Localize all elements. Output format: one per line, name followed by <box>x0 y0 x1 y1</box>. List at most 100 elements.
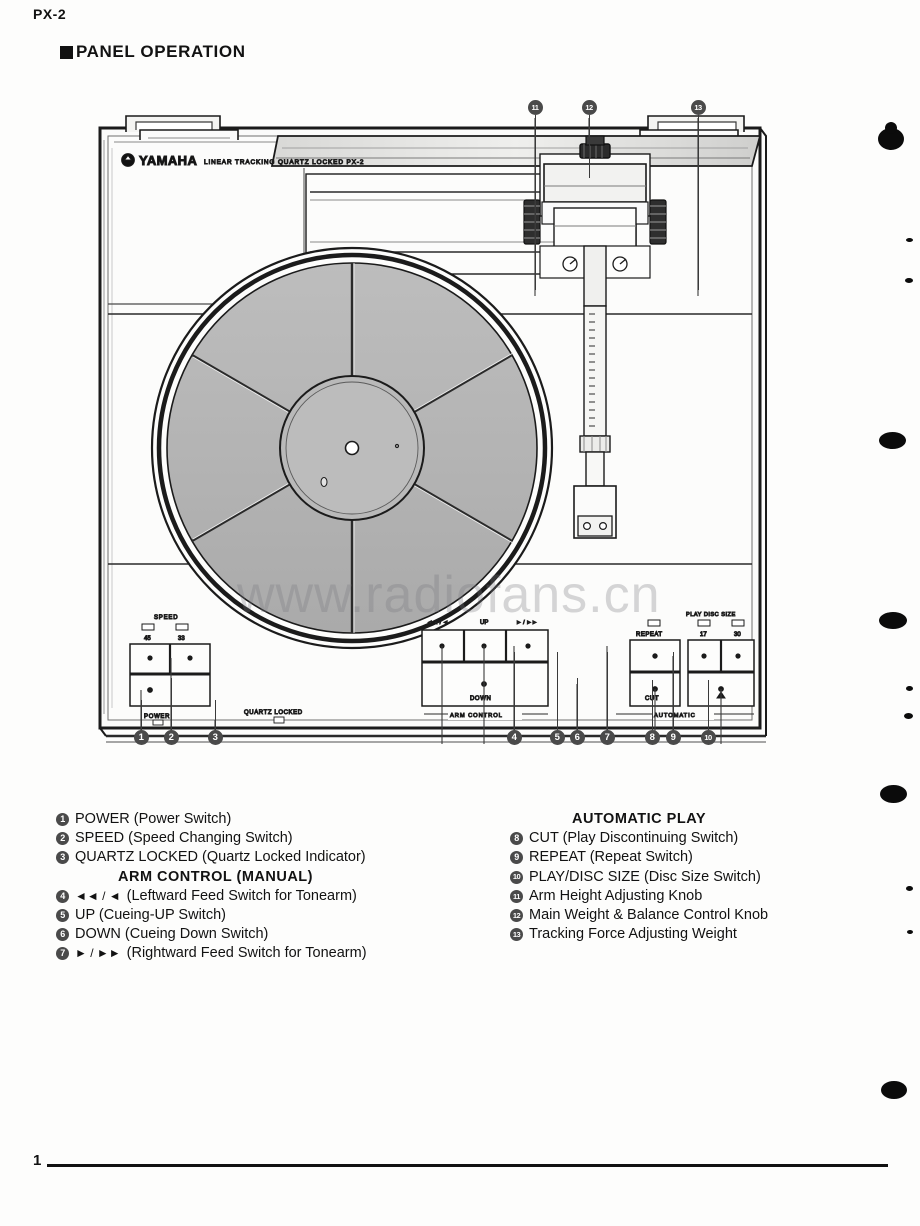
callout-number: 11 <box>510 889 523 903</box>
platter <box>150 246 554 650</box>
legend-item: 4 ◄◄ / ◄ (Leftward Feed Switch for Tonea… <box>56 887 476 906</box>
callout-leader-10 <box>707 680 709 730</box>
callout-leader-3 <box>214 700 216 730</box>
callout-badge-11: 11 <box>527 99 543 115</box>
callout-badge-4: 4 <box>506 729 522 745</box>
legend-item: 5 UP (Cueing-UP Switch) <box>56 906 476 925</box>
callout-leader-13 <box>697 114 699 290</box>
legend-item: 7 ► / ►► (Rightward Feed Switch for Tone… <box>56 944 476 963</box>
callout-leader-12 <box>588 114 590 178</box>
legend-item: 11 Arm Height Adjusting Knob <box>510 887 910 906</box>
rightward-feed-icon: ► / ►► <box>75 946 121 961</box>
footer-rule <box>47 1164 888 1167</box>
legend-subheading-arm-control: ARM CONTROL (MANUAL) <box>118 868 313 885</box>
scan-blot <box>880 785 907 803</box>
legend-item-label: Main Weight & Balance Control Knob <box>529 906 769 923</box>
arm-forward-button-dot <box>525 643 531 649</box>
callout-badge-5: 5 <box>549 729 565 745</box>
callout-badge-9: 9 <box>665 729 681 745</box>
leftward-feed-icon: ◄◄ / ◄ <box>75 888 121 903</box>
legend-item: 13 Tracking Force Adjusting Weight <box>510 925 910 944</box>
legend-item-label: SPEED (Speed Changing Switch) <box>75 830 293 847</box>
scan-blot <box>905 278 913 283</box>
legend-item-label: DOWN (Cueing Down Switch) <box>75 926 269 943</box>
headshell <box>573 485 617 539</box>
legend-item-label: PLAY/DISC SIZE (Disc Size Switch) <box>529 868 761 885</box>
legend-item-label: Arm Height Adjusting Knob <box>529 887 703 904</box>
callout-number: 13 <box>510 928 523 942</box>
callout-number: 7 <box>56 947 69 961</box>
scan-blot <box>906 686 913 691</box>
callout-badge-2: 2 <box>163 729 179 745</box>
speed-45-text: 45 <box>144 636 151 642</box>
speed-33-button-dot <box>187 655 193 661</box>
repeat-button-dot <box>652 653 658 659</box>
callout-number: 10 <box>510 870 523 884</box>
model-code: PX-2 <box>33 6 67 22</box>
legend-item: 2 SPEED (Speed Changing Switch) <box>56 829 476 848</box>
scan-blot <box>907 930 913 934</box>
callout-badge-10: 10 <box>700 729 716 745</box>
legend-item: 10 PLAY/DISC SIZE (Disc Size Switch) <box>510 868 910 887</box>
scan-blot <box>881 1081 907 1099</box>
arm-control-group: ◄◄ / ◄ UP ► / ►► DOWN ARM CONTROL <box>421 620 549 720</box>
turntable-illustration: YAMAHA LINEAR TRACKING QUARTZ LOCKED PX-… <box>92 96 782 756</box>
automatic-bracket-text: AUTOMATIC <box>654 713 696 719</box>
callout-badge-7: 7 <box>599 729 615 745</box>
filled-square-icon <box>60 45 73 59</box>
section-heading: PANEL OPERATION <box>60 42 246 62</box>
manual-page: PX-2 PANEL OPERATION YAMAHA LINEAR TRACK… <box>0 0 920 1226</box>
callout-leader-1 <box>140 700 142 730</box>
legend-item-label: (Rightward Feed Switch for Tonearm) <box>126 945 367 962</box>
speed-45-button-dot <box>147 655 153 661</box>
legend-item: 9 REPEAT (Repeat Switch) <box>510 848 910 867</box>
scan-blot <box>906 238 913 242</box>
legend-item-label: REPEAT (Repeat Switch) <box>529 849 693 866</box>
callout-number: 5 <box>56 908 69 922</box>
brand-logo-text: YAMAHA <box>139 153 197 168</box>
legend-item-label: QUARTZ LOCKED (Quartz Locked Indicator) <box>75 849 366 866</box>
callout-number: 6 <box>56 928 69 942</box>
legend: 1 POWER (Power Switch) 2 SPEED (Speed Ch… <box>48 810 878 961</box>
spindle-hole <box>344 440 360 456</box>
callout-number: 2 <box>56 832 69 846</box>
legend-item-label: POWER (Power Switch) <box>75 811 232 827</box>
callout-leader-6 <box>576 678 578 730</box>
disc-size-17-text: 17 <box>700 632 707 638</box>
callout-badge-6: 6 <box>569 729 585 745</box>
callout-number: 8 <box>510 832 523 846</box>
arm-down-label-text: DOWN <box>470 696 491 702</box>
scan-blot <box>879 432 906 449</box>
callout-number: 12 <box>510 908 523 922</box>
section-title-text: PANEL OPERATION <box>76 42 246 61</box>
page-footer: 1 <box>33 1152 888 1174</box>
callout-number: 4 <box>56 889 69 903</box>
quartz-locked-label-text: QUARTZ LOCKED <box>244 710 303 716</box>
legend-item-label: CUT (Play Discontinuing Switch) <box>529 830 739 847</box>
disc-size-17-button-dot <box>701 653 707 659</box>
legend-item-label: UP (Cueing-UP Switch) <box>75 906 226 923</box>
scan-blot <box>904 713 913 719</box>
callout-leader-7 <box>606 652 608 730</box>
callout-number: 9 <box>510 851 523 865</box>
disc-size-label-text: PLAY DISC SIZE <box>686 612 736 618</box>
speed-33-text: 33 <box>178 636 185 642</box>
legend-item: 8 CUT (Play Discontinuing Switch) <box>510 829 910 848</box>
callout-leader-4 <box>513 652 515 730</box>
callout-badge-3: 3 <box>207 729 223 745</box>
callout-badge-12: 12 <box>581 99 597 115</box>
callout-leader-11 <box>534 114 536 290</box>
callout-leader-2 <box>170 678 172 730</box>
arm-rewind-label-text: ◄◄ / ◄ <box>427 620 448 626</box>
callout-badge-1: 1 <box>133 729 149 745</box>
legend-left-column: 1 POWER (Power Switch) 2 SPEED (Speed Ch… <box>56 810 476 964</box>
disc-size-30-text: 30 <box>734 632 741 638</box>
repeat-label-text: REPEAT <box>636 632 663 638</box>
arm-up-label-text: UP <box>480 620 488 626</box>
power-button-dot <box>147 687 153 693</box>
legend-right-column: AUTOMATIC PLAY 8 CUT (Play Discontinuing… <box>510 810 910 944</box>
page-number: 1 <box>33 1152 42 1169</box>
quartz-locked-indicator <box>273 716 285 724</box>
legend-item-label: (Leftward Feed Switch for Tonearm) <box>126 887 357 904</box>
arm-control-bracket-text: ARM CONTROL <box>450 713 503 719</box>
